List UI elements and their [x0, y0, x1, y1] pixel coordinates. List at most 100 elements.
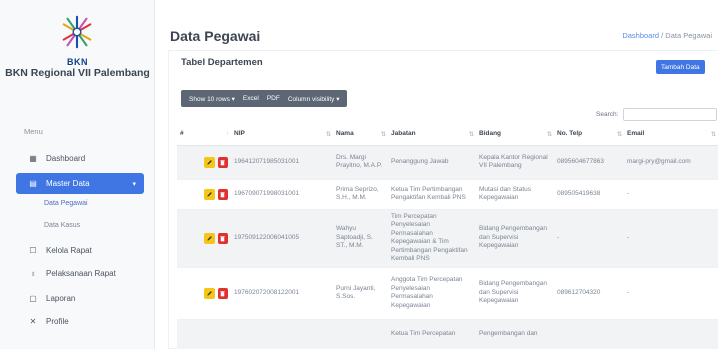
column-header-label: Jabatan	[391, 130, 416, 138]
table-row: 196412071985031001 Drs. Margi Prayitno, …	[177, 145, 718, 180]
breadcrumb-home-link[interactable]: Dashboard	[622, 31, 659, 40]
row-actions	[201, 179, 231, 210]
sidebar-item-dashboard[interactable]: ▦ Dashboard	[16, 148, 144, 168]
add-data-button[interactable]: Tambah Data	[656, 60, 705, 74]
column-visibility-button[interactable]: Column visibility ▾	[288, 95, 340, 103]
table-header-row: # ↑ NIP ⇅ Nama ⇅ Jabatan ⇅ Bidang ⇅ No. Telp…	[177, 123, 718, 146]
cell-email: -	[624, 267, 718, 320]
cell-jabatan: Ketua Tim Pertimbangan Pengaktifan Kemba…	[388, 179, 476, 210]
cell-email: -	[624, 179, 718, 210]
sidebar-item-label: Profile	[46, 316, 69, 326]
cell-nama: Wahyu Saptoadji, S. ST., M.M.	[333, 209, 388, 268]
sort-icon: ⇅	[468, 132, 474, 138]
pdf-button[interactable]: PDF	[267, 95, 280, 102]
cell-nama	[333, 319, 388, 349]
edit-button[interactable]	[204, 188, 215, 200]
sort-icon: ⇅	[325, 132, 331, 138]
column-header-label: Bidang	[479, 130, 502, 138]
sidebar-item-label: Dashboard	[46, 153, 86, 163]
cell-nama: Drs. Margi Prayitno, M.A.P.	[333, 145, 388, 180]
table-row: 197509122006041005 Wahyu Saptoadji, S. S…	[177, 209, 718, 268]
cell-nama: Prima Seprizo, S.H., M.M.	[333, 179, 388, 210]
column-header-telp[interactable]: No. Telp ⇅	[554, 123, 624, 146]
brand-abbrev: BKN	[67, 57, 88, 67]
sort-icon: ⇅	[380, 132, 386, 138]
edit-button[interactable]	[204, 287, 215, 299]
row-spacer	[177, 319, 201, 349]
cell-telp: 089612704320	[554, 267, 624, 320]
column-header-email[interactable]: Email ⇅	[624, 123, 718, 146]
sidebar-item-label: Laporan	[46, 293, 76, 303]
edit-button[interactable]	[204, 156, 215, 168]
database-icon: ▤	[29, 179, 37, 188]
delete-button[interactable]	[217, 188, 228, 200]
cell-jabatan: Ketua Tim Percepatan	[388, 319, 476, 349]
cell-bidang: Bidang Pengembangan dan Supervisi Kepega…	[476, 267, 554, 320]
sidebar: BKN BKN Regional VII Palembang Menu ▦ Da…	[0, 0, 155, 349]
column-header-bidang[interactable]: Bidang ⇅	[476, 123, 554, 146]
breadcrumb-separator: /	[661, 31, 664, 40]
row-spacer	[177, 179, 201, 210]
show-rows-button[interactable]: Show 10 rows ▾	[189, 95, 235, 103]
sidebar-item-label: Kelola Rapat	[46, 245, 92, 255]
column-header-jabatan[interactable]: Jabatan ⇅	[388, 123, 476, 146]
pencil-icon	[207, 235, 212, 241]
sort-icon: ↑	[226, 131, 229, 137]
search-input[interactable]	[623, 108, 717, 121]
cell-bidang: Pengembangan dan	[476, 319, 554, 349]
column-header-nip[interactable]: NIP ⇅	[231, 123, 333, 146]
column-header-label: NIP	[234, 130, 245, 138]
row-spacer	[177, 267, 201, 320]
row-actions	[201, 145, 231, 180]
cell-telp: -	[554, 209, 624, 268]
row-spacer	[177, 209, 201, 268]
cell-jabatan: Penanggung Jawab	[388, 145, 476, 180]
cell-bidang: Bidang Pengembangan dan Supervisi Kepega…	[476, 209, 554, 268]
sidebar-item-laporan[interactable]: ▢ Laporan	[16, 288, 144, 308]
data-table: # ↑ NIP ⇅ Nama ⇅ Jabatan ⇅ Bidang ⇅ No. Telp…	[177, 123, 718, 349]
trash-icon	[220, 191, 225, 197]
cell-bidang: Mutasi dan Status Kepegawaian	[476, 179, 554, 210]
cell-jabatan: Tim Percepatan Penyelesaian Permasalahan…	[388, 209, 476, 268]
row-actions	[201, 267, 231, 320]
calendar-icon: ☐	[29, 245, 37, 255]
row-actions	[201, 209, 231, 268]
sidebar-item-label: Master Data	[46, 179, 90, 188]
trash-icon	[220, 290, 225, 296]
sidebar-item-profile[interactable]: ✕ Profile	[16, 311, 144, 331]
sort-icon: ⇅	[616, 132, 622, 138]
column-header-number[interactable]: #	[177, 123, 201, 146]
row-actions	[201, 319, 231, 349]
edit-button[interactable]	[204, 232, 215, 244]
report-icon: ▢	[29, 293, 37, 303]
column-header-label: Email	[627, 130, 645, 138]
column-header-sort[interactable]: ↑	[201, 123, 231, 146]
cell-telp: 089505419638	[554, 179, 624, 210]
delete-button[interactable]	[217, 232, 228, 244]
sidebar-item-kelola-rapat[interactable]: ☐ Kelola Rapat	[16, 240, 144, 260]
cell-telp: 0895604677863	[554, 145, 624, 180]
cell-nip	[231, 319, 333, 349]
sidebar-item-pelaksanaan-rapat[interactable]: ♁ Pelaksanaan Rapat	[16, 263, 144, 283]
cell-bidang: Kepala Kantor Regional VII Palembang	[476, 145, 554, 180]
delete-button[interactable]	[217, 287, 228, 299]
cell-telp	[554, 319, 624, 349]
sidebar-subitem-data-pegawai[interactable]: Data Pegawai	[44, 200, 88, 207]
pencil-icon	[207, 290, 212, 296]
excel-button[interactable]: Excel	[243, 95, 259, 102]
cell-nip: 197509122006041005	[231, 209, 333, 268]
sort-icon: ⇅	[546, 132, 552, 138]
column-header-label: Nama	[336, 130, 354, 138]
pencil-icon	[207, 159, 212, 165]
table-row: Ketua Tim Percepatan Pengembangan dan	[177, 319, 718, 349]
trophy-icon: ♁	[30, 268, 36, 278]
sidebar-subitem-data-kasus[interactable]: Data Kasus	[44, 222, 80, 229]
sidebar-item-master-data[interactable]: ▤ Master Data ▾	[16, 173, 144, 194]
column-header-nama[interactable]: Nama ⇅	[333, 123, 388, 146]
page-title: Data Pegawai	[170, 28, 261, 44]
search-label: Search:	[596, 111, 619, 118]
delete-button[interactable]	[217, 156, 228, 168]
pencil-icon	[207, 191, 212, 197]
chevron-down-icon: ▾	[132, 180, 136, 188]
cell-nip: 197602072008122001	[231, 267, 333, 320]
